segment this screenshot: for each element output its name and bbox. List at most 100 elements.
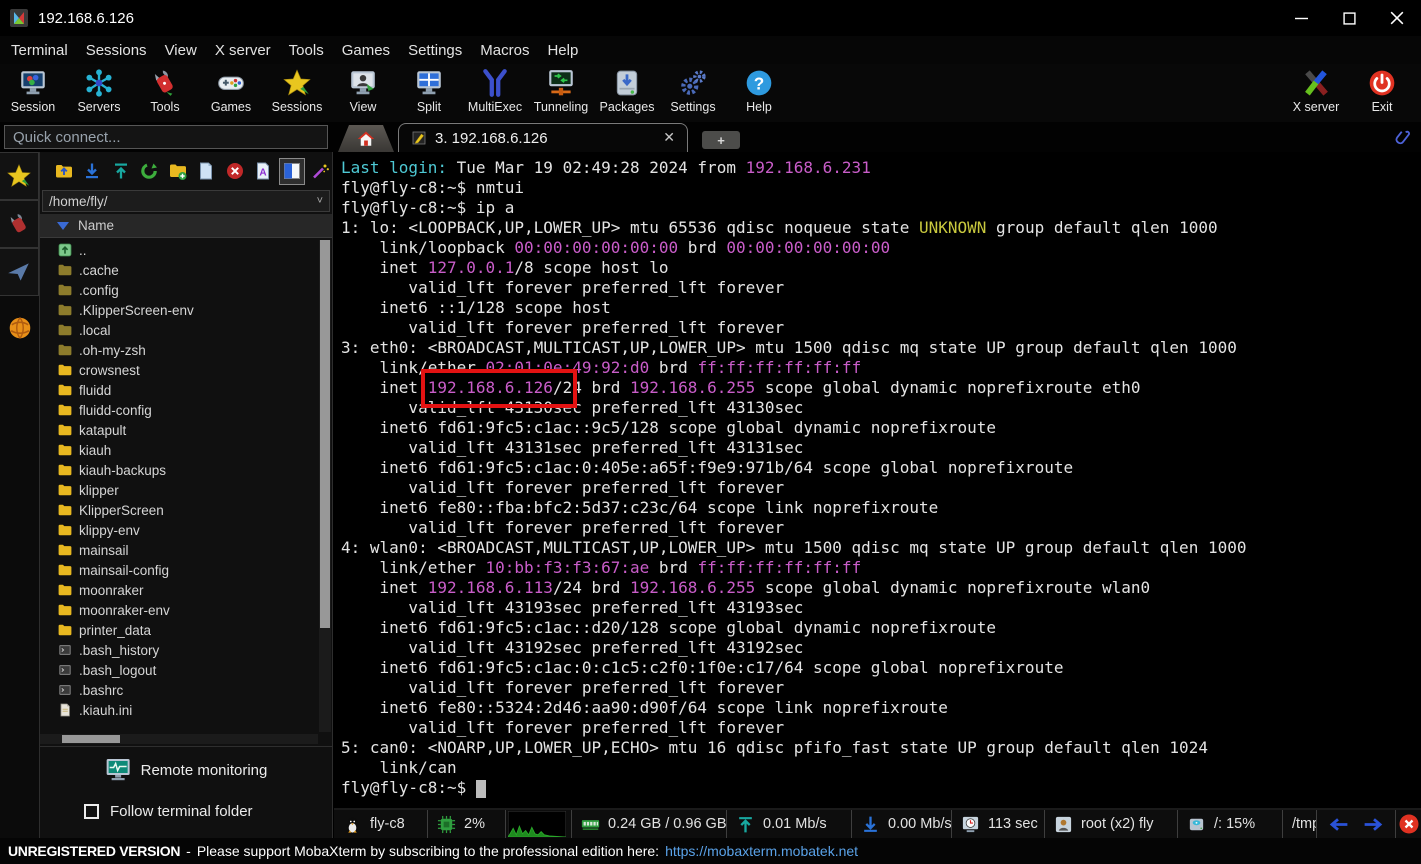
toolbar-tunneling-button[interactable]: Tunneling (528, 64, 594, 120)
file-toolbar-upload-button[interactable] (109, 159, 133, 184)
file-row[interactable]: .oh-my-zsh (40, 340, 318, 360)
file-row[interactable]: kiauh (40, 440, 318, 460)
file-toolbar-delete-button[interactable] (223, 159, 247, 184)
status-hostname[interactable]: fly-c8 (334, 810, 428, 838)
file-toolbar-wand-button[interactable] (309, 159, 333, 184)
file-row[interactable]: kiauh-backups (40, 460, 318, 480)
file-name: .config (79, 283, 119, 298)
new-tab-button[interactable]: + (702, 131, 740, 149)
file-toolbar-download-button[interactable] (81, 159, 105, 184)
toolbar-exit-button[interactable]: Exit (1349, 64, 1415, 120)
file-row[interactable]: moonraker (40, 580, 318, 600)
menu-item-view[interactable]: View (156, 42, 206, 59)
menu-item-terminal[interactable]: Terminal (2, 42, 77, 59)
status-upload-speed[interactable]: 0.01 Mb/s (727, 810, 852, 838)
file-row[interactable]: mainsail-config (40, 560, 318, 580)
nav-right-icon[interactable] (1362, 817, 1386, 832)
tab-close-icon[interactable]: ✕ (663, 130, 675, 146)
file-row[interactable]: crowsnest (40, 360, 318, 380)
file-row[interactable]: .KlipperScreen-env (40, 300, 318, 320)
up-speed-icon (736, 815, 755, 834)
path-combobox[interactable]: /home/fly/ ˅ (42, 190, 330, 212)
horizontal-scrollbar-thumb[interactable] (62, 735, 120, 743)
tools-panel-button[interactable] (0, 200, 39, 248)
toolbar-help-button[interactable]: ?Help (726, 64, 792, 120)
vertical-scrollbar-thumb[interactable] (320, 240, 330, 628)
menu-item-macros[interactable]: Macros (471, 42, 538, 59)
sftp-panel-button[interactable] (0, 304, 39, 352)
chevron-down-icon[interactable]: ˅ (317, 195, 323, 207)
close-button[interactable] (1373, 0, 1421, 36)
toolbar-multiexec-button[interactable]: MultiExec (462, 64, 528, 120)
file-row[interactable]: .. (40, 240, 318, 260)
menu-item-tools[interactable]: Tools (280, 42, 333, 59)
follow-terminal-folder-checkbox[interactable] (84, 804, 99, 819)
file-row[interactable]: KlipperScreen (40, 500, 318, 520)
rename-icon: A (253, 161, 273, 181)
status-memory-usage[interactable]: 0.24 GB / 0.96 GB (572, 810, 727, 838)
menu-item-sessions[interactable]: Sessions (77, 42, 156, 59)
file-row[interactable]: .bash_logout (40, 660, 318, 680)
status-cpu-usage[interactable]: 2% (428, 810, 506, 838)
menu-item-settings[interactable]: Settings (399, 42, 471, 59)
status-tmp-path[interactable]: /tmp (1283, 810, 1317, 838)
file-list-vertical-scrollbar[interactable] (319, 240, 331, 732)
toolbar-x-server-button[interactable]: X server (1283, 64, 1349, 120)
toolbar-games-button[interactable]: Games (198, 64, 264, 120)
paperclip-icon[interactable] (1394, 126, 1416, 150)
file-row[interactable]: .config (40, 280, 318, 300)
file-row[interactable]: .cache (40, 260, 318, 280)
tools-icon (150, 68, 180, 98)
file-row[interactable]: klipper (40, 480, 318, 500)
toolbar-split-button[interactable]: Split (396, 64, 462, 120)
file-row[interactable]: mainsail (40, 540, 318, 560)
tab-home[interactable] (338, 125, 394, 152)
nav-left-icon[interactable] (1326, 817, 1350, 832)
status-cpu-graph[interactable] (506, 810, 572, 838)
file-toolbar-new-file-button[interactable] (195, 159, 219, 184)
sessions-panel-button[interactable] (0, 152, 39, 200)
toolbar-servers-button[interactable]: Servers (66, 64, 132, 120)
toolbar-packages-button[interactable]: Packages (594, 64, 660, 120)
menu-item-x-server[interactable]: X server (206, 42, 280, 59)
file-toolbar-new-folder-button[interactable] (166, 159, 190, 184)
status-hostname-label: fly-c8 (370, 816, 405, 832)
status-session-uptime[interactable]: 113 sec (952, 810, 1045, 838)
status-disk-usage[interactable]: /: 15% (1178, 810, 1283, 838)
minimize-button[interactable] (1277, 0, 1325, 36)
file-toolbar-rename-button[interactable]: A (252, 159, 276, 184)
close-red-icon[interactable] (1398, 813, 1420, 835)
status-download-speed[interactable]: 0.00 Mb/s (852, 810, 952, 838)
mobatek-link[interactable]: https://mobaxterm.mobatek.net (665, 843, 858, 859)
toolbar-session-button[interactable]: Session (0, 64, 66, 120)
menu-item-games[interactable]: Games (333, 42, 399, 59)
remote-monitoring-button[interactable]: Remote monitoring (105, 757, 268, 783)
toolbar-view-button[interactable]: View (330, 64, 396, 120)
maximize-button[interactable] (1325, 0, 1373, 36)
quick-connect-input[interactable] (4, 125, 328, 149)
file-row[interactable]: moonraker-env (40, 600, 318, 620)
file-toolbar-go-up-button[interactable] (52, 159, 76, 184)
file-row[interactable]: .bashrc (40, 680, 318, 700)
file-list-horizontal-scrollbar[interactable] (40, 734, 318, 744)
file-toolbar-refresh-button[interactable] (138, 159, 162, 184)
follow-terminal-folder-option[interactable]: Follow terminal folder (84, 803, 253, 820)
file-row[interactable]: .bash_history (40, 640, 318, 660)
file-row[interactable]: .local (40, 320, 318, 340)
terminal-output[interactable]: Last login: Tue Mar 19 02:49:28 2024 fro… (334, 152, 1421, 808)
name-column-header[interactable]: Name (40, 214, 332, 238)
macros-panel-button[interactable] (0, 248, 39, 296)
file-row[interactable]: fluidd-config (40, 400, 318, 420)
file-row[interactable]: .kiauh.ini (40, 700, 318, 720)
file-row[interactable]: printer_data (40, 620, 318, 640)
status-logged-users[interactable]: root (x2) fly (1045, 810, 1178, 838)
file-toolbar-dual-pane-button[interactable] (280, 159, 304, 184)
file-row[interactable]: fluidd (40, 380, 318, 400)
toolbar-tools-button[interactable]: Tools (132, 64, 198, 120)
file-row[interactable]: katapult (40, 420, 318, 440)
toolbar-settings-button[interactable]: Settings (660, 64, 726, 120)
tab-session-active[interactable]: 3. 192.168.6.126 ✕ (398, 123, 688, 152)
toolbar-sessions-button[interactable]: Sessions (264, 64, 330, 120)
file-row[interactable]: klippy-env (40, 520, 318, 540)
menu-item-help[interactable]: Help (538, 42, 587, 59)
